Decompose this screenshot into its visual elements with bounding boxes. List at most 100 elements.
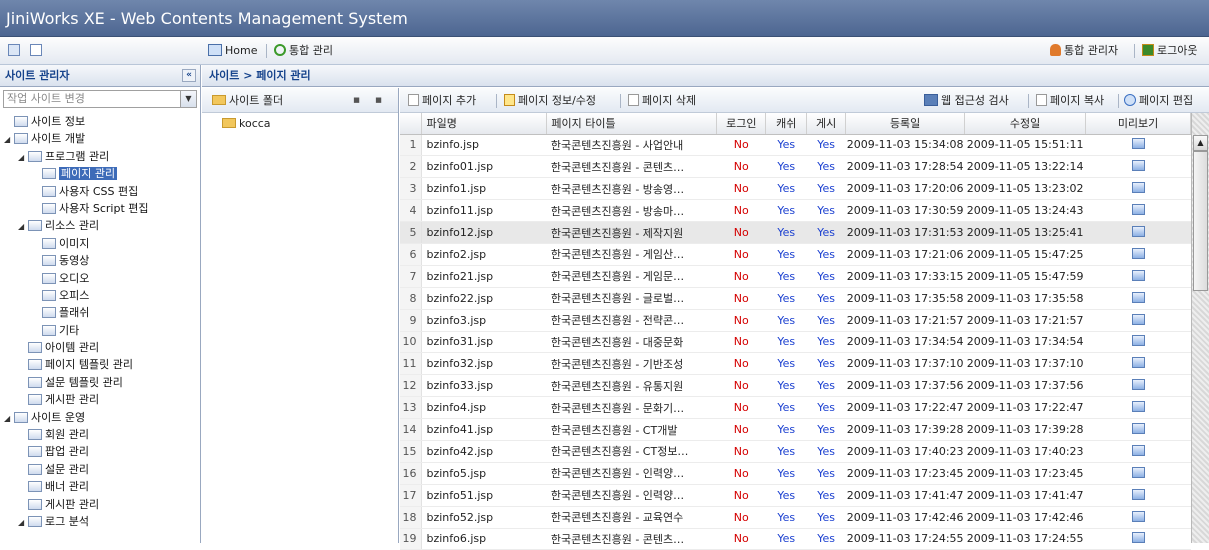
tree-node[interactable]: ◢ 프로그램 관리 <box>0 148 200 165</box>
expand-toggle-icon[interactable]: ◢ <box>18 514 28 531</box>
scroll-thumb[interactable] <box>1193 151 1208 291</box>
preview-icon[interactable] <box>1131 488 1145 500</box>
page-title-cell: 한국콘텐츠진흥원 - CT정보… <box>546 440 717 463</box>
table-row[interactable]: 2 bzinfo01.jsp 한국콘텐츠진흥원 - 콘텐츠… No Yes Yes 2009… <box>400 155 1191 179</box>
table-row[interactable]: 10 bzinfo31.jsp 한국콘텐츠진흥원 - 대중문화 No Yes Yes 200… <box>400 331 1191 354</box>
chevron-down-icon[interactable]: ▼ <box>180 91 196 107</box>
expand-icon[interactable]: ■ <box>352 96 361 105</box>
tree-node[interactable]: 사용자 CSS 편집 <box>0 183 200 200</box>
layout-icon[interactable] <box>30 42 45 60</box>
scrollbar[interactable]: ▲ <box>1191 113 1209 543</box>
tree-node[interactable]: 회원 관리 <box>0 426 200 443</box>
column-header[interactable]: 캐쉬 <box>765 113 808 135</box>
column-header[interactable]: 로그인 <box>716 113 767 135</box>
tree-node[interactable]: 게시판 관리 <box>0 391 200 408</box>
tree-node[interactable]: 기타 <box>0 322 200 339</box>
admin-button[interactable]: 통합 관리자 <box>1050 42 1118 60</box>
table-row[interactable]: 18 bzinfo52.jsp 한국콘텐츠진흥원 - 교육연수 No Yes Yes 200… <box>400 506 1191 529</box>
tree-node[interactable]: 오디오 <box>0 270 200 287</box>
logout-button[interactable]: 로그아웃 <box>1142 42 1197 60</box>
table-row[interactable]: 6 bzinfo2.jsp 한국콘텐츠진흥원 - 게임산… No Yes Yes 2009-… <box>400 243 1191 266</box>
preview-icon[interactable] <box>1131 510 1145 522</box>
page-title-cell: 한국콘텐츠진흥원 - 문화기… <box>546 396 717 420</box>
table-row[interactable]: 12 bzinfo33.jsp 한국콘텐츠진흥원 - 유통지원 No Yes Yes 200… <box>400 374 1191 398</box>
expand-toggle-icon[interactable]: ◢ <box>18 149 28 166</box>
home-button[interactable]: Home <box>208 42 257 60</box>
folder-item[interactable]: kocca <box>222 115 398 132</box>
expand-toggle-icon[interactable]: ◢ <box>4 410 14 427</box>
preview-icon[interactable] <box>1131 226 1145 237</box>
site-select[interactable]: 작업 사이트 변경 ▼ <box>3 90 197 108</box>
tree-node[interactable]: 게시판 관리 <box>0 496 200 513</box>
toolbar-divider <box>1028 94 1029 108</box>
table-row[interactable]: 17 bzinfo51.jsp 한국콘텐츠진흥원 - 인력양… No Yes Yes 200… <box>400 484 1191 507</box>
table-row[interactable]: 9 bzinfo3.jsp 한국콘텐츠진흥원 - 전략콘… No Yes Yes 2009-… <box>400 309 1191 332</box>
tree-node[interactable]: 설문 템플릿 관리 <box>0 374 200 391</box>
preview-icon[interactable] <box>1131 532 1145 544</box>
page-delete-button[interactable]: 페이지 삭제 <box>628 92 696 109</box>
preview-icon[interactable] <box>1131 335 1145 347</box>
table-row[interactable]: 1 bzinfo.jsp 한국콘텐츠진흥원 - 사업안내 No Yes Yes 2009-1… <box>400 134 1191 157</box>
scroll-up-icon[interactable]: ▲ <box>1193 135 1208 151</box>
preview-icon[interactable] <box>1131 423 1145 435</box>
page-edit-info-button[interactable]: 페이지 정보/수정 <box>504 92 596 109</box>
preview-icon[interactable] <box>1131 291 1145 303</box>
tree-node[interactable]: 사이트 정보 <box>0 113 200 130</box>
table-row[interactable]: 4 bzinfo11.jsp 한국콘텐츠진흥원 - 방송마… No Yes Yes 2009… <box>400 199 1191 223</box>
table-row[interactable]: 3 bzinfo1.jsp 한국콘텐츠진흥원 - 방송영… No Yes Yes 2009-… <box>400 177 1191 201</box>
expand-toggle-icon[interactable]: ◢ <box>4 131 14 148</box>
accessibility-check-button[interactable]: 웹 접근성 검사 <box>924 92 1009 109</box>
preview-icon[interactable] <box>1131 269 1145 281</box>
preview-icon[interactable] <box>1131 204 1145 216</box>
tree-node[interactable]: 설문 관리 <box>0 461 200 478</box>
table-row[interactable]: 14 bzinfo41.jsp 한국콘텐츠진흥원 - CT개발 No Yes Yes 200… <box>400 418 1191 441</box>
tree-node[interactable]: 이미지 <box>0 235 200 252</box>
table-row[interactable]: 15 bzinfo42.jsp 한국콘텐츠진흥원 - CT정보… No Yes Yes 20… <box>400 440 1191 463</box>
table-row[interactable]: 16 bzinfo5.jsp 한국콘텐츠진흥원 - 인력양… No Yes Yes 2009… <box>400 462 1191 485</box>
tree-node[interactable]: 배너 관리 <box>0 478 200 495</box>
table-row[interactable]: 7 bzinfo21.jsp 한국콘텐츠진흥원 - 게임문… No Yes Yes 2009… <box>400 265 1191 288</box>
tree-node[interactable]: 아이템 관리 <box>0 339 200 356</box>
tree-node[interactable]: 플래쉬 <box>0 304 200 321</box>
preview-icon[interactable] <box>1131 138 1145 150</box>
sidebar-toggle-icon[interactable] <box>8 42 23 60</box>
page-add-button[interactable]: 페이지 추가 <box>408 92 476 109</box>
page-edit-button[interactable]: 페이지 편집 <box>1124 92 1193 109</box>
table-row[interactable]: 5 bzinfo12.jsp 한국콘텐츠진흥원 - 제작지원 No Yes Yes 2009… <box>400 221 1191 244</box>
table-row[interactable]: 13 bzinfo4.jsp 한국콘텐츠진흥원 - 문화기… No Yes Yes 2009… <box>400 396 1191 420</box>
tree-node[interactable]: ◢ 사이트 개발 <box>0 130 200 147</box>
preview-icon[interactable] <box>1131 444 1145 456</box>
refresh-icon <box>274 44 286 56</box>
column-header[interactable]: 게시 <box>806 113 847 135</box>
table-row[interactable]: 11 bzinfo32.jsp 한국콘텐츠진흥원 - 기반조성 No Yes Yes 200… <box>400 352 1191 376</box>
tree-node[interactable]: 팝업 관리 <box>0 443 200 460</box>
tree-node[interactable]: ◢ 리소스 관리 <box>0 217 200 234</box>
preview-icon[interactable] <box>1131 379 1145 391</box>
preview-icon[interactable] <box>1131 313 1145 325</box>
expand-toggle-icon[interactable]: ◢ <box>18 218 28 235</box>
tree-node[interactable]: 동영상 <box>0 252 200 269</box>
tree-node[interactable]: ◢ 사이트 운영 <box>0 409 200 426</box>
table-row[interactable]: 8 bzinfo22.jsp 한국콘텐츠진흥원 - 글로벌… No Yes Yes 2009… <box>400 287 1191 310</box>
tree-node[interactable]: 사용자 Script 편집 <box>0 200 200 217</box>
preview-icon[interactable] <box>1131 182 1145 194</box>
tree-node[interactable]: 페이지 템플릿 관리 <box>0 356 200 373</box>
column-header[interactable]: 등록일 <box>845 113 966 135</box>
integrated-manage-button[interactable]: 통합 관리 <box>274 42 333 60</box>
preview-icon[interactable] <box>1131 401 1145 413</box>
collapse-all-icon[interactable]: ■ <box>374 96 383 105</box>
tree-node[interactable]: 페이지 관리 <box>0 165 200 182</box>
preview-icon[interactable] <box>1131 357 1145 369</box>
preview-icon[interactable] <box>1131 466 1145 478</box>
tree-node[interactable]: ◢ 로그 분석 <box>0 513 200 530</box>
column-header[interactable]: 페이지 타이틀 <box>546 113 718 135</box>
column-header[interactable]: 미리보기 <box>1085 113 1191 135</box>
column-header[interactable]: 수정일 <box>964 113 1087 135</box>
preview-icon[interactable] <box>1131 247 1145 259</box>
tree-node[interactable]: 오피스 <box>0 287 200 304</box>
preview-icon[interactable] <box>1131 160 1145 172</box>
collapse-icon[interactable]: « <box>182 69 196 82</box>
table-row[interactable]: 19 bzinfo6.jsp 한국콘텐츠진흥원 - 콘텐츠… No Yes Yes 2009… <box>400 528 1191 550</box>
page-copy-button[interactable]: 페이지 복사 <box>1036 92 1104 109</box>
column-header[interactable]: 파일명 <box>421 113 548 135</box>
